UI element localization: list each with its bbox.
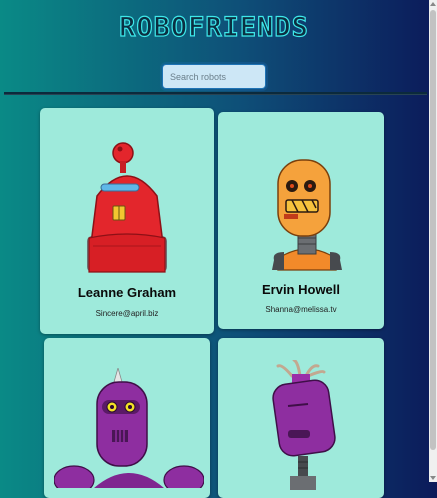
robot-card[interactable]: Ervin Howell Shanna@melissa.tv bbox=[218, 112, 384, 329]
robot-name: Ervin Howell bbox=[261, 282, 341, 297]
scroll-down-icon[interactable] bbox=[430, 476, 436, 480]
robot-avatar bbox=[87, 142, 167, 273]
robot-card[interactable] bbox=[218, 338, 384, 498]
robot-name: Leanne Graham bbox=[77, 285, 177, 300]
robot-card[interactable]: Leanne Graham Sincere@april.biz bbox=[40, 108, 214, 334]
robot-email: Sincere@april.biz bbox=[95, 309, 159, 318]
search-input[interactable] bbox=[162, 64, 266, 89]
robot-avatar bbox=[54, 368, 204, 488]
scroll-thumb[interactable] bbox=[430, 10, 436, 450]
vertical-scrollbar[interactable] bbox=[429, 0, 437, 482]
scroll-up-icon[interactable] bbox=[430, 2, 436, 6]
header-divider bbox=[4, 92, 427, 95]
robot-email: Shanna@melissa.tv bbox=[265, 305, 337, 314]
robot-avatar bbox=[272, 360, 336, 490]
app-title: ROBOFRIENDS bbox=[118, 11, 309, 43]
robot-card[interactable] bbox=[44, 338, 210, 498]
robot-avatar bbox=[272, 159, 342, 271]
